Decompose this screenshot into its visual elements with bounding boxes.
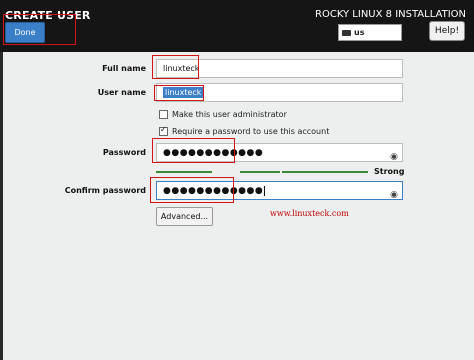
annotation-box-done [3,14,76,45]
annotation-box-full-name [152,55,199,79]
admin-checkbox-label: Make this user administrator [172,110,287,119]
strength-segment-3 [282,171,368,173]
full-name-label: Full name [102,64,146,73]
strength-segment-1 [156,171,212,173]
eye-icon[interactable]: ◉ [390,148,398,166]
help-button[interactable]: Help! [429,21,465,41]
create-user-screen: CREATE USER ROCKY LINUX 8 INSTALLATION D… [0,0,474,360]
installer-title: ROCKY LINUX 8 INSTALLATION [315,9,466,20]
confirm-password-label: Confirm password [64,186,146,195]
annotation-box-password [152,138,235,163]
user-name-label: User name [97,88,146,97]
left-edge [0,52,3,360]
keyboard-layout-indicator[interactable]: us [338,24,402,41]
keyboard-icon [342,29,351,36]
require-password-label: Require a password to use this account [172,127,330,136]
annotation-box-user-name [154,85,204,101]
require-password-checkbox[interactable] [159,125,168,136]
require-password-checkbox-row[interactable]: Require a password to use this account [159,125,330,136]
advanced-button[interactable]: Advanced... [156,207,213,226]
password-label: Password [102,148,146,157]
text-cursor [264,185,266,196]
admin-checkbox-row[interactable]: Make this user administrator [159,110,287,119]
admin-checkbox[interactable] [159,110,168,119]
eye-icon[interactable]: ◉ [390,186,398,204]
watermark: www.linuxteck.com [270,209,349,218]
strength-label: Strong [374,167,405,176]
strength-segment-2 [240,171,280,173]
annotation-box-confirm [150,177,234,203]
keyboard-layout-label: us [354,28,365,37]
